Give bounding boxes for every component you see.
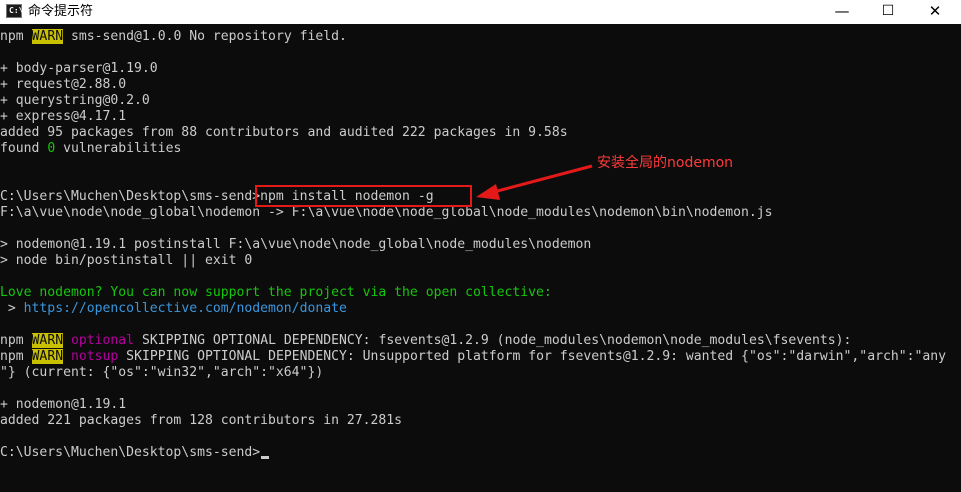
donate-link[interactable]: https://opencollective.com/nodemon/donat… [24,301,347,316]
command-prompt: C:\Users\Muchen\Desktop\sms-send> [0,189,261,204]
terminal-line: found 0 vulnerabilities [0,141,181,157]
terminal-line: > nodemon@1.19.1 postinstall F:\a\vue\no… [0,237,592,252]
terminal-line: F:\a\vue\node\node_global\nodemon -> F:\… [0,205,773,220]
terminal-line: C:\Users\Muchen\Desktop\sms-send> [0,445,270,461]
notsup-tag: notsup [70,349,119,364]
terminal-text: found [0,141,48,156]
optional-tag: optional [70,333,135,348]
npm-label: npm [0,349,32,364]
terminal-line: + request@2.88.0 [0,77,127,92]
title-bar[interactable]: C:\ 命令提示符 — ☐ ✕ [0,0,961,24]
command-highlight-box [255,185,472,207]
minimize-button[interactable]: — [819,0,865,24]
terminal-text: SKIPPING OPTIONAL DEPENDENCY: fsevents@1… [134,333,852,348]
terminal-line: + nodemon@1.19.1 [0,397,127,412]
terminal-line: > node bin/postinstall || exit 0 [0,253,253,268]
terminal-line: npm WARN notsup SKIPPING OPTIONAL DEPEND… [0,349,946,365]
terminal-line: added 95 packages from 88 contributors a… [0,125,568,140]
cmd-icon-glyph: C:\ [9,6,24,15]
npm-label: npm [0,333,32,348]
terminal-line: npm WARN sms-send@1.0.0 No repository fi… [0,29,347,45]
terminal-output[interactable]: npm WARN sms-send@1.0.0 No repository fi… [0,24,961,492]
annotation-label: 安装全局的nodemon [597,155,734,171]
warn-badge: WARN [31,333,64,348]
warn-badge: WARN [31,29,64,44]
terminal-text: sms-send@1.0.0 No repository field. [63,29,347,44]
terminal-line: Love nodemon? You can now support the pr… [0,285,552,300]
terminal-line: + express@4.17.1 [0,109,127,124]
window-title: 命令提示符 [28,4,94,19]
terminal-text: > [0,301,24,316]
terminal-line: > https://opencollective.com/nodemon/don… [0,301,347,317]
terminal-line: npm WARN optional SKIPPING OPTIONAL DEPE… [0,333,851,349]
npm-label: npm [0,29,32,44]
terminal-line: + body-parser@1.19.0 [0,61,158,76]
cmd-app-icon: C:\ [6,4,24,18]
close-button[interactable]: ✕ [912,0,958,24]
terminal-text: vulnerabilities [55,141,182,156]
terminal-line: + querystring@0.2.0 [0,93,150,108]
maximize-button[interactable]: ☐ [865,0,911,24]
text-cursor [261,456,270,459]
command-prompt: C:\Users\Muchen\Desktop\sms-send> [0,445,261,460]
terminal-line: "} (current: {"os":"win32","arch":"x64"}… [0,365,324,380]
warn-badge: WARN [31,349,64,364]
terminal-text: SKIPPING OPTIONAL DEPENDENCY: Unsupporte… [118,349,947,364]
terminal-line: added 221 packages from 128 contributors… [0,413,403,428]
